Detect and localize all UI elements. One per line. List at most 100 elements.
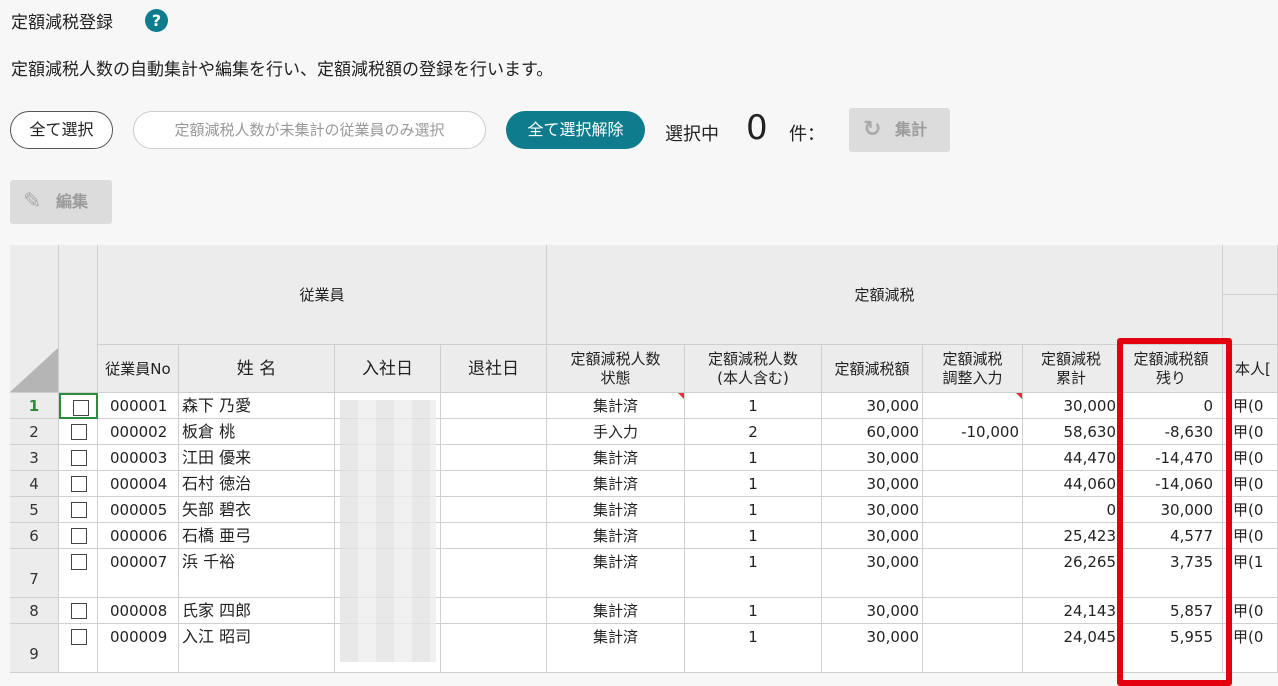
amount-cell: 30,000 [822, 445, 923, 471]
emp-no-cell: 000006 [98, 523, 179, 549]
row-checkbox-cell[interactable] [59, 445, 98, 471]
emp-no-cell: 000002 [98, 419, 179, 445]
adjust-cell: -10,000 [923, 419, 1023, 445]
group-header-employee: 従業員 [98, 245, 547, 345]
row-number[interactable]: 1 [10, 393, 59, 419]
adjust-cell [923, 523, 1023, 549]
status-cell: 集計済 [547, 393, 685, 419]
name-cell: 石村 徳治 [179, 471, 335, 497]
col-header-join-date[interactable]: 入社日 [335, 345, 441, 393]
name-cell: 浜 千裕 [179, 549, 335, 598]
name-cell: 入江 昭司 [179, 624, 335, 673]
row-number[interactable]: 5 [10, 497, 59, 523]
amount-cell: 30,000 [822, 497, 923, 523]
edit-label: 編集 [56, 192, 89, 211]
row-checkbox-cell[interactable] [59, 624, 98, 673]
row-checkbox-cell[interactable] [59, 523, 98, 549]
col-header-count-incl-line2: (本人含む) [717, 368, 789, 387]
row-number[interactable]: 3 [10, 445, 59, 471]
count-cell: 1 [685, 598, 822, 624]
name-cell: 石橋 亜弓 [179, 523, 335, 549]
status-cell: 集計済 [547, 549, 685, 598]
col-header-adjust-line2: 調整入力 [942, 368, 1003, 387]
select-all-corner-icon [10, 348, 58, 392]
leave-date-cell [441, 598, 547, 624]
row-checkbox-cell[interactable] [59, 471, 98, 497]
row-number[interactable]: 9 [10, 624, 59, 673]
row-checkbox-cell[interactable] [59, 497, 98, 523]
checkbox-column-header [59, 245, 98, 393]
row-checkbox-cell[interactable] [59, 393, 98, 419]
row-checkbox[interactable] [71, 629, 87, 645]
row-checkbox[interactable] [71, 603, 87, 619]
row-checkbox[interactable] [73, 400, 89, 416]
aggregate-button[interactable]: ↻ 集計 [849, 108, 950, 152]
amount-cell: 30,000 [822, 471, 923, 497]
col-header-cumulative[interactable]: 定額減税 累計 [1023, 345, 1120, 393]
comment-marker-icon [678, 393, 684, 399]
col-header-name[interactable]: 姓 名 [179, 345, 335, 393]
col-header-count-incl[interactable]: 定額減税人数 (本人含む) [685, 345, 822, 393]
row-checkbox-cell[interactable] [59, 549, 98, 598]
leave-date-cell [441, 523, 547, 549]
cumulative-cell: 58,630 [1023, 419, 1120, 445]
col-header-adjust[interactable]: 定額減税 調整入力 [923, 345, 1023, 393]
help-icon[interactable]: ? [145, 9, 168, 32]
refresh-icon: ↻ [863, 117, 882, 142]
leave-date-cell [441, 471, 547, 497]
col-header-name-label: 姓 名 [236, 359, 277, 379]
group-header-next-lower [1223, 295, 1278, 345]
row-number[interactable]: 2 [10, 419, 59, 445]
cumulative-cell: 44,060 [1023, 471, 1120, 497]
remaining-column-highlight [1117, 338, 1232, 686]
col-header-cumulative-line2: 累計 [1055, 368, 1086, 387]
leave-date-cell [441, 419, 547, 445]
leave-date-cell [441, 497, 547, 523]
cumulative-cell: 30,000 [1023, 393, 1120, 419]
row-number[interactable]: 7 [10, 549, 59, 598]
row-checkbox[interactable] [71, 502, 87, 518]
select-unaggregated-button[interactable]: 定額減税人数が未集計の従業員のみ選択 [133, 111, 486, 149]
col-header-leave-date[interactable]: 退社日 [441, 345, 547, 393]
amount-cell: 30,000 [822, 523, 923, 549]
status-cell: 手入力 [547, 419, 685, 445]
col-header-self-label: 本人[ [1235, 360, 1271, 378]
row-number[interactable]: 4 [10, 471, 59, 497]
count-cell: 1 [685, 624, 822, 673]
emp-no-cell: 000004 [98, 471, 179, 497]
col-header-count-status[interactable]: 定額減税人数 状態 [547, 345, 685, 393]
row-checkbox[interactable] [71, 528, 87, 544]
row-checkbox-cell[interactable] [59, 419, 98, 445]
row-checkbox[interactable] [71, 554, 87, 570]
name-cell: 江田 優来 [179, 445, 335, 471]
count-cell: 1 [685, 393, 822, 419]
row-number[interactable]: 6 [10, 523, 59, 549]
edit-button[interactable]: ✎ 編集 [10, 180, 112, 224]
count-cell: 2 [685, 419, 822, 445]
row-checkbox-cell[interactable] [59, 598, 98, 624]
col-header-emp-no[interactable]: 従業員No [98, 345, 179, 393]
row-number[interactable]: 8 [10, 598, 59, 624]
group-header-employee-label: 従業員 [299, 286, 345, 304]
col-header-join-date-label: 入社日 [362, 359, 413, 379]
col-header-cumulative-line1: 定額減税 [1040, 349, 1101, 368]
amount-cell: 30,000 [822, 624, 923, 673]
leave-date-cell [441, 393, 547, 419]
row-checkbox[interactable] [71, 450, 87, 466]
amount-cell: 60,000 [822, 419, 923, 445]
status-cell: 集計済 [547, 624, 685, 673]
amount-cell: 30,000 [822, 549, 923, 598]
name-cell: 森下 乃愛 [179, 393, 335, 419]
col-header-amount[interactable]: 定額減税額 [822, 345, 923, 393]
count-cell: 1 [685, 471, 822, 497]
count-cell: 1 [685, 549, 822, 598]
row-checkbox[interactable] [71, 476, 87, 492]
select-all-button[interactable]: 全て選択 [10, 111, 113, 149]
deselect-all-button[interactable]: 全て選択解除 [506, 111, 645, 149]
cumulative-cell: 26,265 [1023, 549, 1120, 598]
adjust-cell [923, 497, 1023, 523]
col-header-count-status-line2: 状態 [600, 368, 631, 387]
row-checkbox[interactable] [71, 424, 87, 440]
leave-date-cell [441, 445, 547, 471]
cumulative-cell: 44,470 [1023, 445, 1120, 471]
